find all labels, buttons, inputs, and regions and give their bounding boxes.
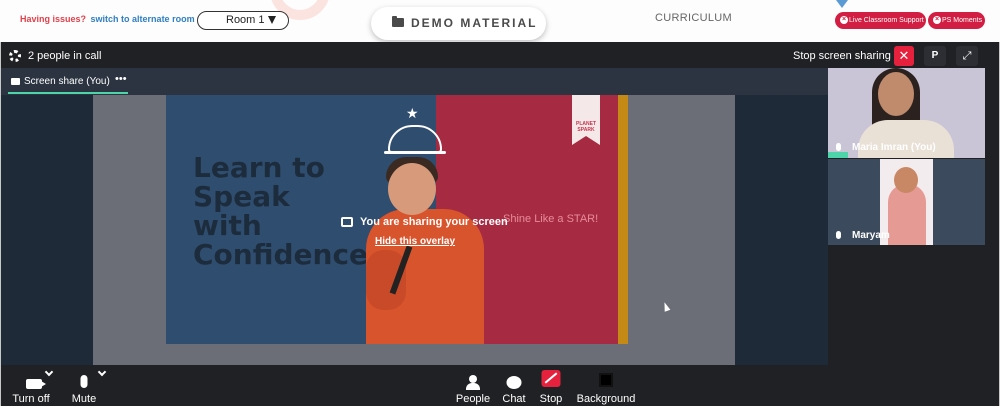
- stop-sharing-button[interactable]: ✕: [894, 46, 914, 66]
- share-screen-icon: [341, 217, 353, 227]
- stop-screen-sharing-label: Stop screen sharing: [793, 50, 891, 62]
- mute-label: Mute: [71, 393, 97, 405]
- camera-icon: [26, 379, 46, 389]
- slide-title: Learn to Speak with Confidence: [193, 151, 369, 271]
- top-bar: Having issues? switch to alternate room …: [0, 0, 1000, 42]
- camera-toggle-label: Turn off: [12, 393, 50, 405]
- participant-video-face: [894, 167, 918, 193]
- call-controls: Turn off Mute People Chat Stop Backgroun…: [0, 365, 1000, 406]
- sharing-overlay-message: You are sharing your screen: [360, 216, 508, 228]
- participant-video-face: [878, 72, 914, 116]
- speaking-indicator: [828, 152, 848, 158]
- chat-label: Chat: [502, 393, 526, 405]
- demo-material-label: DEMO MATERIAL: [411, 16, 538, 30]
- microphone-icon: [80, 375, 88, 388]
- switch-room-link[interactable]: switch to alternate room: [91, 14, 195, 24]
- close-circle-icon: ×: [840, 16, 848, 24]
- caret-down-icon: [268, 16, 276, 24]
- issues-notice: Having issues? switch to alternate room: [20, 14, 195, 24]
- issues-text: Having issues?: [20, 14, 87, 24]
- hide-overlay-link[interactable]: Hide this overlay: [375, 236, 455, 247]
- call-panel: 2 people in call Stop screen sharing ✕ P…: [0, 42, 1000, 406]
- screen-share-tabbar: Screen share (You) •••: [0, 68, 828, 95]
- background-button[interactable]: Background: [574, 365, 638, 406]
- participant-tile[interactable]: Maria Imran (You): [828, 68, 985, 158]
- demo-material-button[interactable]: DEMO MATERIAL: [371, 7, 546, 40]
- participant-tile[interactable]: Maryam: [828, 159, 985, 245]
- p-button[interactable]: P: [924, 46, 946, 66]
- room-select-value: Room 1: [226, 14, 265, 26]
- expand-icon: ⤢: [962, 50, 972, 62]
- more-options-icon[interactable]: •••: [115, 73, 127, 85]
- pointer-marker-icon: [836, 0, 848, 8]
- chat-button[interactable]: Chat: [497, 365, 531, 406]
- people-label: People: [455, 393, 491, 405]
- mic-icon: [836, 231, 841, 239]
- curriculum-link[interactable]: CURRICULUM: [655, 12, 732, 24]
- speaker-photo-head: [388, 163, 436, 215]
- gear-icon[interactable]: [9, 50, 21, 62]
- fullscreen-button[interactable]: ⤢: [956, 46, 978, 66]
- slide-tagline: Shine Like a STAR!: [503, 213, 599, 225]
- stop-share-icon: [541, 370, 561, 387]
- chat-icon: [506, 376, 522, 389]
- people-button[interactable]: People: [452, 365, 494, 406]
- background-icon: [599, 373, 613, 387]
- room-select[interactable]: Room 1: [197, 11, 289, 30]
- close-circle-icon: ×: [933, 16, 941, 24]
- star-icon: ★: [406, 105, 419, 121]
- crown-base-graphic: [384, 151, 446, 154]
- mic-icon: [836, 143, 841, 151]
- active-tab-indicator: [8, 92, 128, 94]
- live-support-button[interactable]: × Live Classroom Support: [835, 12, 926, 29]
- screen-share-stage: Learn to Speak with Confidence Shine Lik…: [0, 95, 828, 365]
- screen-share-icon: [11, 78, 20, 85]
- participant-video-body: [888, 184, 926, 245]
- stop-label: Stop: [539, 393, 563, 405]
- slide-yellow-stripe: [618, 95, 628, 344]
- participant-name: Maria Imran (You): [852, 142, 936, 153]
- folder-icon: [392, 16, 404, 27]
- ps-moments-label: PS Moments: [942, 17, 983, 24]
- ps-moments-button[interactable]: × PS Moments: [928, 12, 985, 29]
- participant-name: Maryam: [852, 230, 890, 241]
- background-label: Background: [576, 393, 636, 405]
- tab-screen-share[interactable]: Screen share (You): [24, 76, 110, 87]
- stop-share-button[interactable]: Stop: [534, 365, 568, 406]
- close-icon: ✕: [898, 48, 910, 63]
- live-support-label: Live Classroom Support: [849, 17, 924, 24]
- people-count: 2 people in call: [28, 50, 102, 62]
- brand-logo-text: PLANET SPARK: [576, 121, 596, 133]
- people-icon: [466, 375, 480, 390]
